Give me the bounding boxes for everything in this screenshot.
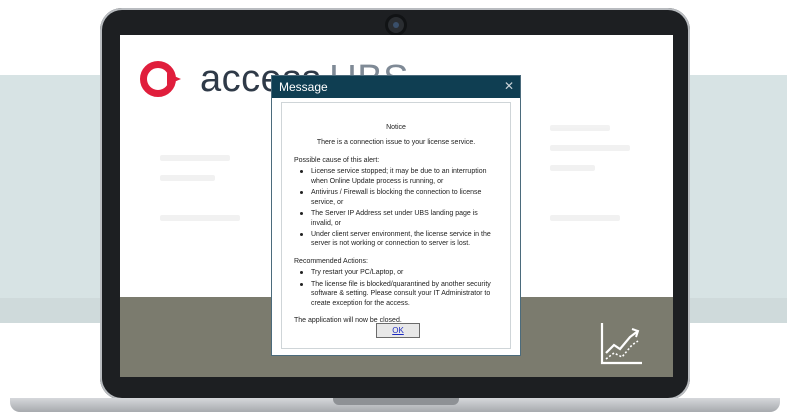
- causes-section: Possible cause of this alert: License se…: [294, 156, 510, 249]
- webcam-icon: [388, 17, 404, 33]
- cause-item: License service stopped; it may be due t…: [294, 167, 500, 186]
- cause-item: The Server IP Address set under UBS land…: [294, 209, 500, 228]
- actions-list: Try restart your PC/Laptop, or The licen…: [294, 268, 510, 308]
- causes-list: License service stopped; it may be due t…: [294, 167, 510, 249]
- trend-chart-icon: [600, 323, 642, 365]
- action-item: Try restart your PC/Laptop, or: [294, 268, 500, 277]
- close-icon[interactable]: ✕: [504, 79, 514, 93]
- message-dialog: Message ✕ Notice There is a connection i…: [271, 75, 521, 356]
- cause-item: Under client server environment, the lic…: [294, 230, 500, 249]
- causes-heading: Possible cause of this alert:: [294, 156, 380, 164]
- notice-heading: Notice: [386, 124, 406, 131]
- issue-text: There is a connection issue to your lice…: [316, 139, 476, 147]
- access-logo-mark-icon: [140, 61, 181, 97]
- dialog-title-bar: Message ✕: [272, 76, 520, 98]
- dialog-message-body: Notice There is a connection issue to yo…: [281, 102, 511, 349]
- actions-heading: Recommended Actions:: [294, 257, 368, 265]
- cause-item: Antivirus / Firewall is blocking the con…: [294, 188, 500, 207]
- action-item: The license file is blocked/quarantined …: [294, 280, 500, 308]
- actions-section: Recommended Actions: Try restart your PC…: [294, 257, 510, 308]
- laptop-hinge-notch: [333, 398, 459, 405]
- dialog-title: Message: [279, 80, 328, 94]
- ok-button[interactable]: OK: [376, 323, 420, 338]
